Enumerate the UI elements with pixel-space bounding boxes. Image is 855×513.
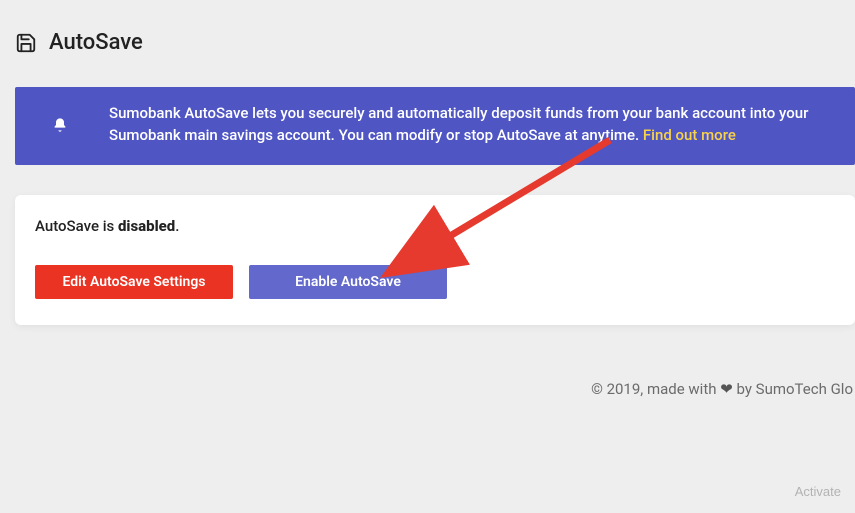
windows-activation-watermark: Activate bbox=[795, 484, 841, 499]
button-row: Edit AutoSave Settings Enable AutoSave bbox=[35, 265, 835, 299]
heart-icon: ❤ bbox=[720, 380, 733, 398]
edit-autosave-settings-button[interactable]: Edit AutoSave Settings bbox=[35, 265, 233, 299]
status-prefix: AutoSave is bbox=[35, 217, 118, 235]
info-banner-message: Sumobank AutoSave lets you securely and … bbox=[109, 103, 829, 147]
autosave-status: AutoSave is disabled. bbox=[35, 217, 835, 235]
status-state: disabled bbox=[118, 217, 175, 235]
info-banner: Sumobank AutoSave lets you securely and … bbox=[15, 87, 855, 165]
page-title: AutoSave bbox=[49, 30, 143, 55]
enable-autosave-button[interactable]: Enable AutoSave bbox=[249, 265, 447, 299]
footer: © 2019, made with ❤ by SumoTech Glo bbox=[15, 380, 855, 398]
watermark-line1: Activate bbox=[795, 484, 841, 499]
save-disk-icon bbox=[15, 32, 37, 54]
footer-prefix: © 2019, made with bbox=[591, 380, 720, 398]
page-title-row: AutoSave bbox=[15, 30, 855, 55]
find-out-more-link[interactable]: Find out more bbox=[643, 126, 736, 144]
autosave-card: AutoSave is disabled. Edit AutoSave Sett… bbox=[15, 195, 855, 325]
bell-icon bbox=[35, 117, 85, 133]
status-suffix: . bbox=[175, 217, 179, 235]
footer-suffix: by SumoTech Glo bbox=[733, 380, 853, 398]
